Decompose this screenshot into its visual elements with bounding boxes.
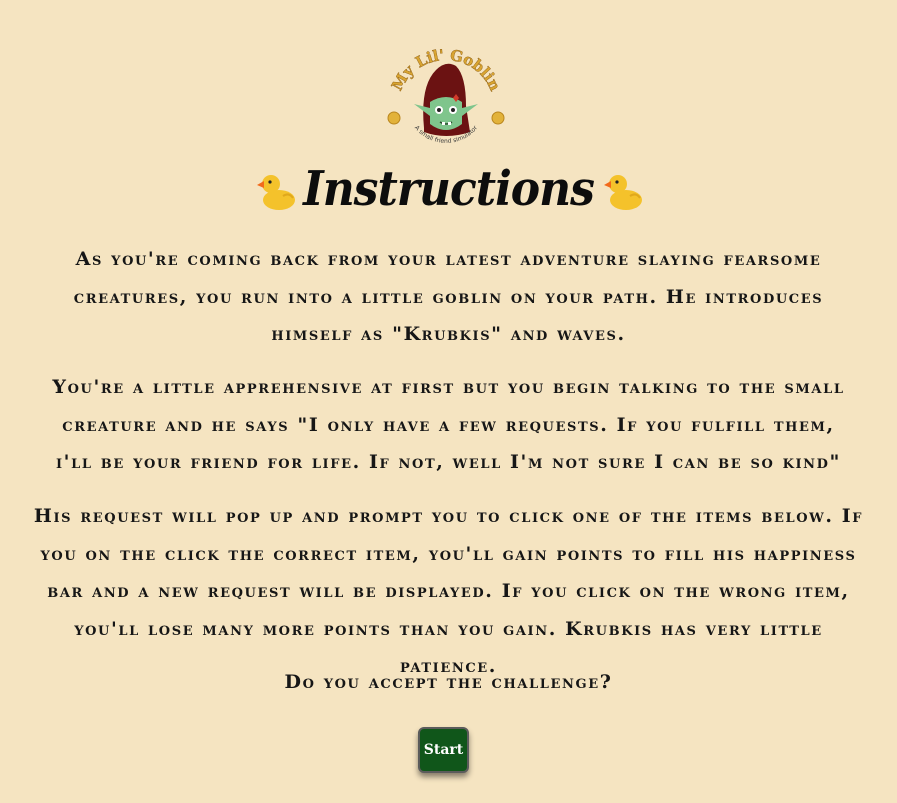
instructions-paragraph-1: As you're coming back from your latest a… [73, 248, 824, 345]
rubber-duck-icon [257, 175, 296, 210]
start-button[interactable]: Start [418, 727, 469, 773]
app-logo: My Lil' Goblin A small friend simulator [384, 36, 508, 148]
instructions-paragraph-2: You're a little apprehensive at first bu… [52, 376, 845, 473]
challenge-question: Do you accept the challenge? [284, 671, 613, 693]
rubber-duck-icon [603, 175, 642, 210]
title-row: Instructions [0, 160, 897, 220]
page-title: Instructions [303, 161, 595, 217]
goblin-logo-icon: My Lil' Goblin A small friend simulator [387, 46, 505, 145]
instructions-paragraph-3: His request will pop up and prompt you t… [33, 505, 864, 677]
